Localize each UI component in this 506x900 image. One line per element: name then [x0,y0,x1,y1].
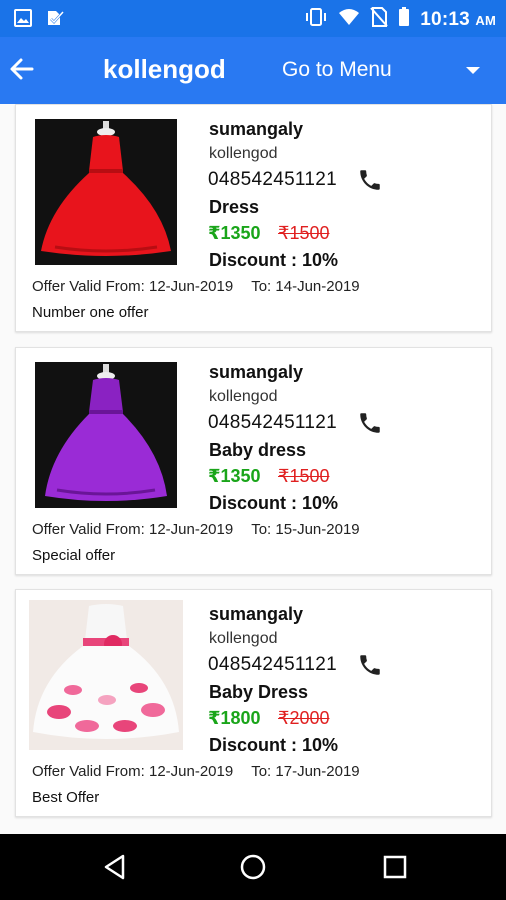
phone-number: 048542451121 [208,169,337,190]
offer-price: ₹1350 [208,223,261,243]
product-image [35,362,177,508]
offer-note: Best Offer [32,789,100,806]
phone-number: 048542451121 [208,654,337,675]
caret-down-icon[interactable] [466,67,480,74]
phone-number: 048542451121 [208,412,337,433]
validity-dates: Offer Valid From: 12-Jun-2019 To: 14-Jun-… [32,278,360,295]
shop-location: kollengod [209,630,278,647]
offer-card[interactable]: sumangaly kollengod 048542451121 Baby Dr… [15,589,492,817]
app-bar: kollengod Go to Menu [0,37,506,104]
product-name: Baby dress [209,440,307,460]
home-circle-icon[interactable] [238,852,268,882]
offer-price: ₹1350 [208,466,261,486]
product-name: Baby Dress [209,682,309,702]
product-image [29,600,183,750]
shop-location: kollengod [209,145,278,162]
phone-call-icon[interactable] [357,410,383,436]
discount-label: Discount : 10% [209,735,339,755]
status-bar: 10:13 AM [0,0,506,37]
validity-dates: Offer Valid From: 12-Jun-2019 To: 17-Jun-… [32,763,360,780]
original-price: ₹1500 [278,466,330,486]
system-nav-bar [0,834,506,900]
discount-label: Discount : 10% [209,493,339,513]
check-doc-icon [46,9,66,32]
clock: 10:13 AM [420,8,496,30]
offer-price: ₹1800 [208,708,261,728]
original-price: ₹2000 [278,708,330,728]
image-icon [14,9,32,32]
offer-card[interactable]: sumangaly kollengod 048542451121 Dress ₹… [15,104,492,332]
vibrate-icon [304,7,328,32]
recents-square-icon[interactable] [380,852,410,882]
go-to-menu-button[interactable]: Go to Menu [282,58,392,82]
product-image [35,119,177,265]
validity-dates: Offer Valid From: 12-Jun-2019 To: 15-Jun-… [32,521,360,538]
shop-location: kollengod [209,388,278,405]
shop-name: sumangaly [209,362,304,382]
page-title: kollengod [103,54,226,84]
shop-name: sumangaly [209,119,304,139]
battery-icon [398,7,410,32]
back-triangle-icon[interactable] [100,852,130,882]
original-price: ₹1500 [278,223,330,243]
offer-list[interactable]: sumangaly kollengod 048542451121 Dress ₹… [0,104,506,834]
phone-call-icon[interactable] [357,167,383,193]
phone-call-icon[interactable] [357,652,383,678]
wifi-icon [338,8,360,31]
offer-note: Special offer [32,547,116,564]
offer-note: Number one offer [32,304,149,321]
shop-name: sumangaly [209,604,304,624]
offer-card[interactable]: sumangaly kollengod 048542451121 Baby dr… [15,347,492,575]
discount-label: Discount : 10% [209,250,339,270]
product-name: Dress [209,197,260,217]
arrow-left-icon[interactable] [8,55,36,83]
no-sim-icon [370,7,389,32]
